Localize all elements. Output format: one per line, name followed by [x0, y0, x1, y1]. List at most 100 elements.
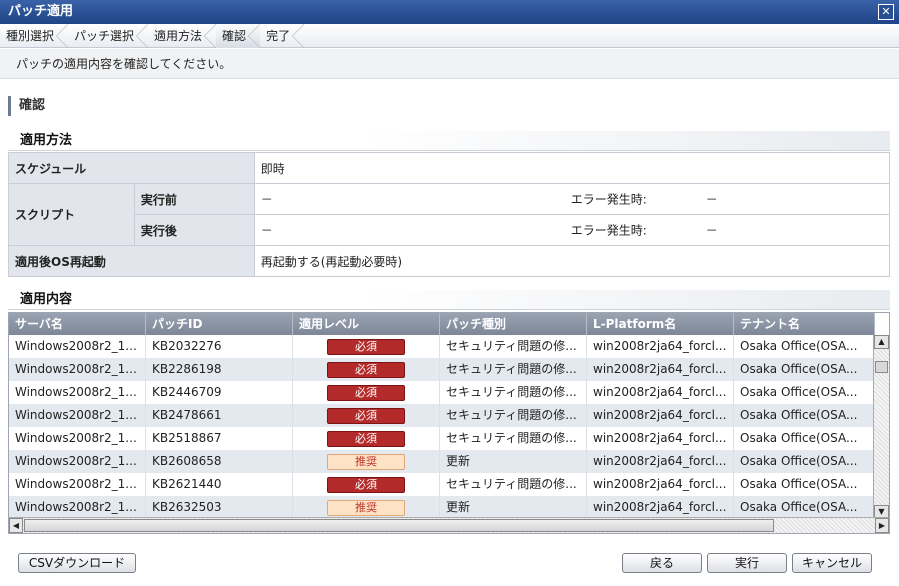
close-icon[interactable]: ✕: [878, 4, 894, 20]
apply-method-table: スケジュール 即時 スクリプト 実行前 － エラー発生時: － 実行後 － エラ…: [8, 152, 891, 277]
back-button[interactable]: 戻る: [622, 553, 702, 573]
table-row[interactable]: Windows2008r2_1... KB2286198 必須 セキュリティ問題の修.…: [9, 358, 875, 381]
cell-patch-kind: セキュリティ問題の修...: [440, 335, 587, 358]
column-server-name[interactable]: サーバ名: [9, 313, 146, 335]
table-row[interactable]: Windows2008r2_1... KB2478661 必須 セキュリティ問題の修.…: [9, 404, 875, 427]
table-row[interactable]: Windows2008r2_1... KB2608658 推奨 更新 win2008r2…: [9, 450, 875, 473]
column-tenant-name[interactable]: テナント名: [734, 313, 875, 335]
column-lplatform-name[interactable]: L-Platform名: [587, 313, 734, 335]
reboot-label: 適用後OS再起動: [8, 245, 255, 277]
table-row[interactable]: Windows2008r2_1... KB2632503 推奨 更新 win2008r2…: [9, 496, 875, 519]
after-value: －: [260, 223, 273, 238]
vertical-scrollbar[interactable]: ▲ ▼: [873, 335, 889, 519]
column-patch-kind[interactable]: パッチ種別: [440, 313, 587, 335]
level-badge: 必須: [327, 476, 405, 493]
cell-apply-level: 必須: [293, 404, 440, 427]
cell-server-name: Windows2008r2_1...: [9, 450, 146, 473]
cell-server-name: Windows2008r2_1...: [9, 473, 146, 496]
before-error-label: エラー発生時:: [570, 192, 647, 207]
column-apply-level[interactable]: 適用レベル: [293, 313, 440, 335]
cell-tenant-name: Osaka Office(OSA...: [734, 381, 875, 404]
cell-tenant-name: Osaka Office(OSA...: [734, 404, 875, 427]
execute-button[interactable]: 実行: [707, 553, 787, 573]
step-confirm[interactable]: 確認: [216, 24, 261, 48]
cell-tenant-name: Osaka Office(OSA...: [734, 473, 875, 496]
before-value-cell: － エラー発生時: －: [261, 184, 883, 214]
level-badge: 必須: [327, 361, 405, 378]
dialog-titlebar: パッチ適用 ✕: [0, 0, 899, 24]
table-row[interactable]: Windows2008r2_1... KB2032276 必須 セキュリティ問題の修.…: [9, 335, 875, 358]
cell-lplatform-name: win2008r2ja64_forcl...: [587, 496, 734, 519]
cell-patch-kind: セキュリティ問題の修...: [440, 381, 587, 404]
cell-patch-kind: 更新: [440, 496, 587, 519]
level-badge: 必須: [327, 430, 405, 447]
before-error-value: －: [705, 192, 718, 207]
schedule-row: スケジュール 即時: [8, 152, 891, 184]
cell-lplatform-name: win2008r2ja64_forcl...: [587, 381, 734, 404]
cell-patch-kind: セキュリティ問題の修...: [440, 427, 587, 450]
step-patch-select[interactable]: パッチ選択: [68, 24, 149, 48]
step-complete[interactable]: 完了: [260, 24, 305, 48]
schedule-value: 即時: [253, 152, 891, 184]
level-badge: 必須: [327, 338, 405, 355]
cancel-button[interactable]: キャンセル: [792, 553, 872, 573]
apply-content-title: 適用内容: [8, 290, 890, 310]
cell-patch-kind: セキュリティ問題の修...: [440, 473, 587, 496]
wizard-steps: 種別選択 パッチ選択 適用方法 確認 完了: [0, 24, 899, 48]
after-value-cell: － エラー発生時: －: [261, 215, 883, 245]
grid-body: Windows2008r2_1... KB2032276 必須 セキュリティ問題の修.…: [9, 335, 875, 519]
cell-patch-id: KB2286198: [146, 358, 293, 381]
scroll-left-icon[interactable]: ◀: [9, 518, 23, 533]
horizontal-scroll-thumb[interactable]: [24, 519, 774, 532]
step-type-select[interactable]: 種別選択: [0, 24, 69, 48]
cell-patch-id: KB2032276: [146, 335, 293, 358]
cell-lplatform-name: win2008r2ja64_forcl...: [587, 358, 734, 381]
scroll-up-icon[interactable]: ▲: [874, 335, 889, 349]
before-label: 実行前: [133, 183, 255, 215]
reboot-value: 再起動する(再起動必要時): [253, 245, 891, 277]
vertical-scroll-thumb[interactable]: [875, 361, 888, 373]
level-badge: 必須: [327, 384, 405, 401]
cell-patch-kind: 更新: [440, 450, 587, 473]
step-apply-method[interactable]: 適用方法: [148, 24, 217, 48]
cell-apply-level: 必須: [293, 381, 440, 404]
column-patch-id[interactable]: パッチID: [146, 313, 293, 335]
cell-server-name: Windows2008r2_1...: [9, 496, 146, 519]
scroll-right-icon[interactable]: ▶: [875, 518, 889, 533]
cell-server-name: Windows2008r2_1...: [9, 358, 146, 381]
table-row[interactable]: Windows2008r2_1... KB2446709 必須 セキュリティ問題の修.…: [9, 381, 875, 404]
grid-header: サーバ名 パッチID 適用レベル パッチ種別 L-Platform名 テナント名: [9, 313, 875, 335]
cell-patch-id: KB2621440: [146, 473, 293, 496]
cell-tenant-name: Osaka Office(OSA...: [734, 450, 875, 473]
cell-patch-id: KB2446709: [146, 381, 293, 404]
cell-apply-level: 必須: [293, 335, 440, 358]
section-title: 確認: [8, 96, 45, 116]
apply-method-title: 適用方法: [8, 131, 890, 151]
horizontal-scrollbar[interactable]: ◀ ▶: [9, 517, 889, 533]
level-badge: 推奨: [327, 499, 405, 516]
level-badge: 推奨: [327, 453, 405, 470]
cell-lplatform-name: win2008r2ja64_forcl...: [587, 427, 734, 450]
cell-server-name: Windows2008r2_1...: [9, 427, 146, 450]
cell-patch-kind: セキュリティ問題の修...: [440, 358, 587, 381]
cell-apply-level: 必須: [293, 473, 440, 496]
cell-tenant-name: Osaka Office(OSA...: [734, 496, 875, 519]
schedule-label: スケジュール: [8, 152, 255, 184]
cell-tenant-name: Osaka Office(OSA...: [734, 358, 875, 381]
cell-apply-level: 必須: [293, 427, 440, 450]
script-label: スクリプト: [8, 183, 135, 246]
cell-lplatform-name: win2008r2ja64_forcl...: [587, 450, 734, 473]
reboot-row: 適用後OS再起動 再起動する(再起動必要時): [8, 245, 891, 277]
cell-apply-level: 必須: [293, 358, 440, 381]
dialog-title: パッチ適用: [8, 4, 74, 19]
script-after-row: 実行後 － エラー発生時: －: [9, 214, 891, 246]
cell-patch-kind: セキュリティ問題の修...: [440, 404, 587, 427]
cell-lplatform-name: win2008r2ja64_forcl...: [587, 335, 734, 358]
table-row[interactable]: Windows2008r2_1... KB2621440 必須 セキュリティ問題の修.…: [9, 473, 875, 496]
csv-download-button[interactable]: CSVダウンロード: [18, 553, 136, 573]
cell-patch-id: KB2632503: [146, 496, 293, 519]
patch-grid: サーバ名 パッチID 適用レベル パッチ種別 L-Platform名 テナント名…: [8, 312, 890, 534]
table-row[interactable]: Windows2008r2_1... KB2518867 必須 セキュリティ問題の修.…: [9, 427, 875, 450]
after-label: 実行後: [133, 214, 255, 246]
cell-patch-id: KB2608658: [146, 450, 293, 473]
